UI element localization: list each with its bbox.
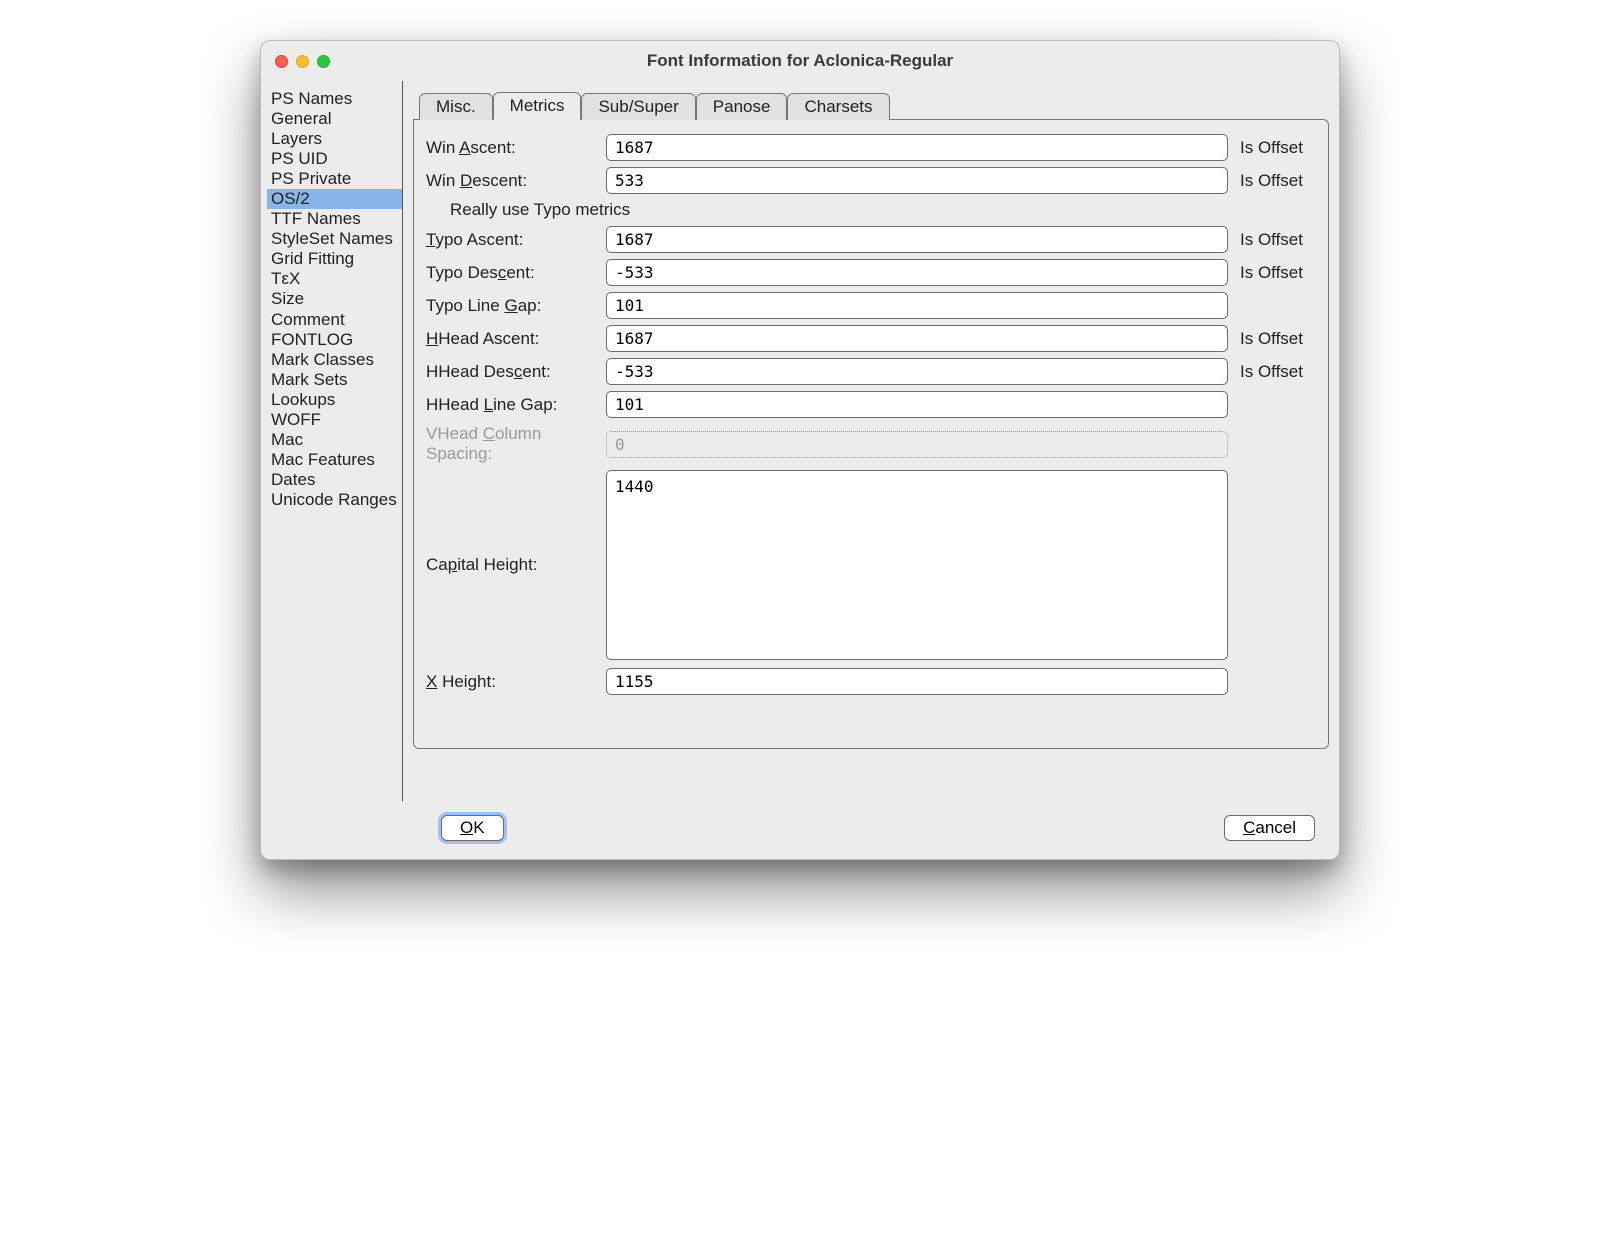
hhead-linegap-input[interactable] — [606, 391, 1228, 418]
tab[interactable]: Panose — [696, 93, 788, 120]
sidebar-item[interactable]: TTF Names — [267, 209, 402, 229]
main-panel: Misc.MetricsSub/SuperPanoseCharsets Win … — [403, 81, 1339, 801]
sidebar-item[interactable]: OS/2 — [267, 189, 402, 209]
window-title: Font Information for Aclonica-Regular — [261, 51, 1339, 71]
sidebar-item[interactable]: PS UID — [267, 149, 402, 169]
capital-height-input[interactable]: 1440 — [606, 470, 1228, 660]
win-ascent-offset[interactable]: Is Offset — [1232, 138, 1316, 158]
font-info-window: Font Information for Aclonica-Regular PS… — [260, 40, 1340, 860]
sidebar-item[interactable]: Layers — [267, 129, 402, 149]
typo-ascent-offset[interactable]: Is Offset — [1232, 230, 1316, 250]
sidebar-item[interactable]: Mark Sets — [267, 370, 402, 390]
sidebar-item[interactable]: Unicode Ranges — [267, 490, 402, 510]
tab-bar: Misc.MetricsSub/SuperPanoseCharsets — [419, 87, 1329, 119]
sidebar-item[interactable]: PS Names — [267, 89, 402, 109]
typo-ascent-label: Typo Ascent: — [426, 230, 602, 250]
tab[interactable]: Charsets — [787, 93, 889, 120]
metrics-panel: Win Ascent: Is Offset Win Descent: Is Of… — [413, 119, 1329, 749]
typo-descent-offset[interactable]: Is Offset — [1232, 263, 1316, 283]
typo-linegap-input[interactable] — [606, 292, 1228, 319]
win-descent-label: Win Descent: — [426, 171, 602, 191]
tab[interactable]: Sub/Super — [581, 93, 695, 120]
x-height-label: X Height: — [426, 672, 602, 692]
typo-descent-input[interactable] — [606, 259, 1228, 286]
hhead-ascent-label: HHead Ascent: — [426, 329, 602, 349]
hhead-descent-input[interactable] — [606, 358, 1228, 385]
ok-button[interactable]: OK — [441, 815, 504, 841]
hhead-descent-label: HHead Descent: — [426, 362, 602, 382]
hhead-descent-offset[interactable]: Is Offset — [1232, 362, 1316, 382]
sidebar-item[interactable]: Grid Fitting — [267, 249, 402, 269]
category-sidebar: PS NamesGeneralLayersPS UIDPS PrivateOS/… — [261, 81, 403, 801]
sidebar-item[interactable]: Mac — [267, 430, 402, 450]
win-ascent-input[interactable] — [606, 134, 1228, 161]
sidebar-item[interactable]: FONTLOG — [267, 330, 402, 350]
win-descent-offset[interactable]: Is Offset — [1232, 171, 1316, 191]
typo-metrics-checkbox-label[interactable]: Really use Typo metrics — [450, 200, 1316, 220]
x-height-input[interactable] — [606, 668, 1228, 695]
sidebar-item[interactable]: WOFF — [267, 410, 402, 430]
sidebar-item[interactable]: General — [267, 109, 402, 129]
typo-descent-label: Typo Descent: — [426, 263, 602, 283]
typo-ascent-input[interactable] — [606, 226, 1228, 253]
sidebar-item[interactable]: Dates — [267, 470, 402, 490]
capital-height-label: Capital Height: — [426, 555, 602, 575]
vhead-colspacing-label: VHead Column Spacing: — [426, 424, 602, 464]
titlebar: Font Information for Aclonica-Regular — [261, 41, 1339, 81]
sidebar-item[interactable]: Mac Features — [267, 450, 402, 470]
vhead-colspacing-input — [606, 431, 1228, 458]
win-ascent-label: Win Ascent: — [426, 138, 602, 158]
hhead-ascent-input[interactable] — [606, 325, 1228, 352]
sidebar-item[interactable]: Size — [267, 289, 402, 309]
hhead-linegap-label: HHead Line Gap: — [426, 395, 602, 415]
tab[interactable]: Misc. — [419, 93, 493, 120]
sidebar-item[interactable]: PS Private — [267, 169, 402, 189]
dialog-footer: OK Cancel — [261, 801, 1339, 859]
tab[interactable]: Metrics — [493, 92, 582, 120]
sidebar-item[interactable]: Lookups — [267, 390, 402, 410]
sidebar-item[interactable]: Mark Classes — [267, 350, 402, 370]
hhead-ascent-offset[interactable]: Is Offset — [1232, 329, 1316, 349]
sidebar-item[interactable]: TεX — [267, 269, 402, 289]
typo-linegap-label: Typo Line Gap: — [426, 296, 602, 316]
sidebar-item[interactable]: Comment — [267, 310, 402, 330]
cancel-button[interactable]: Cancel — [1224, 815, 1315, 841]
sidebar-item[interactable]: StyleSet Names — [267, 229, 402, 249]
win-descent-input[interactable] — [606, 167, 1228, 194]
